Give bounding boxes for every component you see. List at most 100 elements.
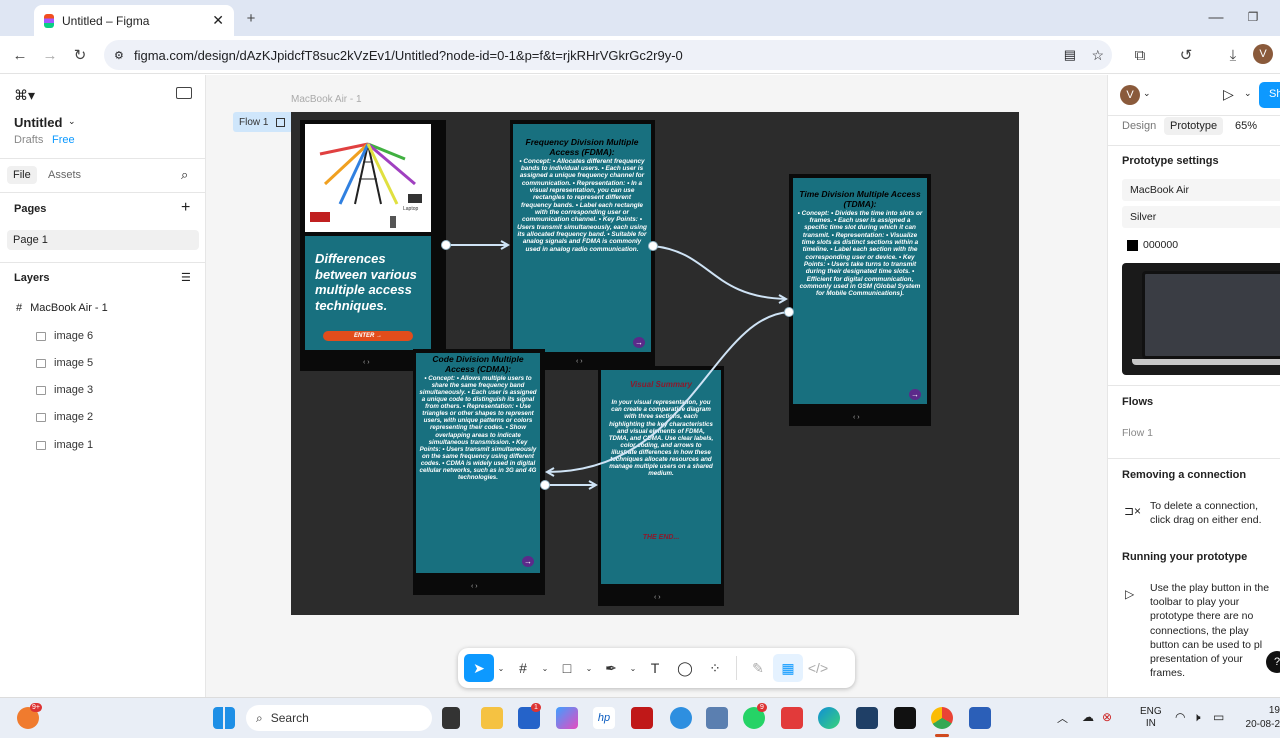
settings-icon[interactable] xyxy=(670,707,692,729)
chevron-down-icon[interactable]: ⌄ xyxy=(582,654,596,682)
slide-nav[interactable]: ‹ › xyxy=(853,414,860,421)
connection-handle[interactable] xyxy=(540,480,550,490)
taskbar-search[interactable]: ⌕ Search xyxy=(246,705,432,731)
url-field[interactable]: ⚙ figma.com/design/dAzKJpidcfT8suc2kVzEv… xyxy=(104,40,1112,70)
language-indicator[interactable]: ENG IN xyxy=(1140,706,1162,730)
slide-screen[interactable]: Time Division Multiple Access (TDMA): • … xyxy=(789,174,931,426)
chrome-icon[interactable] xyxy=(931,707,953,729)
back-icon[interactable]: ← xyxy=(10,45,30,65)
flow-item[interactable]: Flow 1 xyxy=(1122,427,1153,439)
site-info-icon[interactable]: ⚙ xyxy=(114,49,124,62)
slide-nav[interactable]: ‹ › xyxy=(363,359,370,366)
tray-chevron-icon[interactable]: ︿ xyxy=(1057,710,1068,726)
page-action-icon[interactable]: ▤ xyxy=(1064,47,1076,63)
design-mode-icon[interactable]: ▦ xyxy=(773,654,803,682)
profile-avatar[interactable]: V xyxy=(1253,44,1273,64)
hp-icon[interactable]: hp xyxy=(593,707,615,729)
frame-label[interactable]: MacBook Air - 1 xyxy=(291,94,362,105)
frame-layer[interactable]: # MacBook Air - 1 xyxy=(16,302,108,314)
start-icon[interactable] xyxy=(213,707,235,729)
chevron-down-icon[interactable]: ⌄ xyxy=(1244,88,1252,99)
macbook-frame[interactable]: Laptop Differences between various multi… xyxy=(291,112,1019,615)
draw-mode-icon[interactable]: ✎ xyxy=(743,654,773,682)
copilot-icon[interactable] xyxy=(556,707,578,729)
zoom-level[interactable]: 65% xyxy=(1235,120,1257,132)
tab-assets[interactable]: Assets xyxy=(48,169,81,181)
snipping-icon[interactable] xyxy=(706,707,728,729)
tab-design[interactable]: Design xyxy=(1122,120,1156,132)
dev-mode-icon[interactable]: </> xyxy=(803,654,833,682)
design-canvas[interactable]: MacBook Air - 1 Flow 1 Laptop Difference… xyxy=(206,75,1107,697)
file-name[interactable]: Untitled xyxy=(14,115,62,130)
device-select[interactable]: MacBook Air xyxy=(1122,179,1280,201)
search-icon[interactable]: ⌕ xyxy=(181,167,188,183)
pen-tool-icon[interactable]: ✒ xyxy=(596,654,626,682)
slide-nav[interactable]: ‹ › xyxy=(654,594,661,601)
history-icon[interactable]: ↺ xyxy=(1176,45,1196,65)
volume-icon[interactable]: 🕨 xyxy=(1193,710,1201,725)
file-explorer-icon[interactable] xyxy=(481,707,503,729)
tab-prototype[interactable]: Prototype xyxy=(1164,117,1224,135)
clock[interactable]: 19 20-08-2 xyxy=(1243,704,1280,732)
color-swatch[interactable] xyxy=(1127,240,1138,251)
minimize-icon[interactable]: — xyxy=(1206,8,1226,26)
restore-icon[interactable]: ❐ xyxy=(1243,8,1263,26)
bg-color-value[interactable]: 000000 xyxy=(1143,239,1178,251)
shape-tool-icon[interactable]: □ xyxy=(552,654,582,682)
actions-tool-icon[interactable]: ⁘ xyxy=(700,654,730,682)
chevron-down-icon[interactable]: ⌄ xyxy=(1143,88,1151,99)
reload-icon[interactable]: ↻ xyxy=(70,45,90,65)
new-tab-icon[interactable]: + xyxy=(241,8,261,28)
slide-screen[interactable]: Laptop Differences between various multi… xyxy=(300,120,446,371)
user-avatar[interactable]: V xyxy=(1120,85,1140,105)
chevron-down-icon[interactable]: ⌄ xyxy=(494,654,508,682)
chevron-down-icon[interactable]: ⌄ xyxy=(626,654,640,682)
wifi-icon[interactable]: ◠ xyxy=(1175,710,1185,724)
panel-toggle-icon[interactable] xyxy=(176,87,192,99)
model-select[interactable]: Silver xyxy=(1122,206,1280,228)
task-view-icon[interactable] xyxy=(442,707,460,729)
frame-tool-icon[interactable]: # xyxy=(508,654,538,682)
comment-tool-icon[interactable]: ◯ xyxy=(670,654,700,682)
slide-nav[interactable]: ‹ › xyxy=(576,358,583,365)
layer-item[interactable]: image 2 xyxy=(36,411,93,423)
mcafee-icon[interactable] xyxy=(631,707,653,729)
next-arrow-icon[interactable]: → xyxy=(909,389,921,400)
chevron-down-icon[interactable]: ⌄ xyxy=(538,654,552,682)
download-icon[interactable]: ⤓ xyxy=(1223,45,1243,65)
drafts-label[interactable]: Drafts xyxy=(14,134,43,146)
tray-app-icon[interactable]: ⊗ xyxy=(1102,710,1112,724)
word-icon[interactable] xyxy=(969,707,991,729)
layer-item[interactable]: image 3 xyxy=(36,384,93,396)
wps-icon[interactable] xyxy=(781,707,803,729)
slide-screen[interactable]: Frequency Division Multiple Access (FDMA… xyxy=(510,120,655,370)
layer-item[interactable]: image 6 xyxy=(36,330,93,342)
battery-icon[interactable]: ▭ xyxy=(1213,710,1224,724)
page-item[interactable]: Page 1 xyxy=(7,230,199,250)
terminal-icon[interactable] xyxy=(894,707,916,729)
tray-app-icon[interactable]: ☁ xyxy=(1082,710,1094,724)
layers-list-icon[interactable]: ☰ xyxy=(181,271,191,284)
slide-screen[interactable]: Code Division Multiple Access (CDMA): • … xyxy=(413,349,545,595)
slide-screen[interactable]: Visual Summary In your visual representa… xyxy=(598,366,724,606)
main-menu-icon[interactable]: ⌘▾ xyxy=(14,87,35,104)
edge-icon[interactable] xyxy=(818,707,840,729)
move-tool-icon[interactable]: ➤ xyxy=(464,654,494,682)
flow-badge[interactable]: Flow 1 xyxy=(233,112,293,132)
extensions-icon[interactable]: ⧉ xyxy=(1130,45,1150,65)
forward-icon[interactable]: → xyxy=(40,45,60,65)
connection-handle[interactable] xyxy=(648,241,658,251)
enter-button[interactable]: ENTER → xyxy=(323,331,413,341)
chevron-down-icon[interactable]: ⌄ xyxy=(68,116,76,127)
text-tool-icon[interactable]: T xyxy=(640,654,670,682)
app-icon[interactable] xyxy=(856,707,878,729)
layer-item[interactable]: image 1 xyxy=(36,439,93,451)
add-page-icon[interactable]: + xyxy=(181,199,190,217)
next-arrow-icon[interactable]: → xyxy=(633,337,645,348)
tab-file[interactable]: File xyxy=(7,166,37,184)
browser-tab[interactable]: Untitled – Figma ✕ xyxy=(34,5,234,36)
play-icon[interactable]: ▷ xyxy=(1223,86,1234,103)
bookmark-star-icon[interactable]: ☆ xyxy=(1091,47,1104,64)
share-button[interactable]: Sh xyxy=(1259,82,1280,108)
layer-item[interactable]: image 5 xyxy=(36,357,93,369)
